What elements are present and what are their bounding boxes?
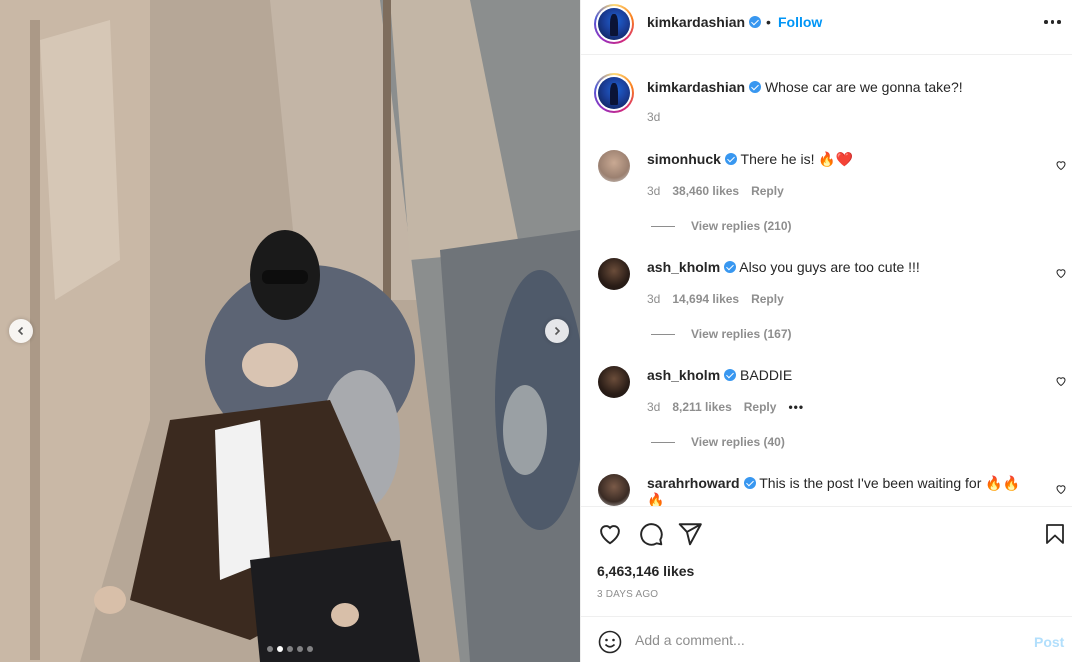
carousel-dot <box>267 646 273 652</box>
carousel-dot <box>287 646 293 652</box>
view-replies-button[interactable]: View replies (167) <box>651 327 792 341</box>
comment-icon[interactable] <box>638 521 664 547</box>
comment-time: 3d <box>647 292 661 306</box>
comment-options-icon[interactable]: ••• <box>788 400 804 414</box>
verified-badge-icon <box>749 81 762 93</box>
verified-badge-icon <box>743 477 756 489</box>
share-icon[interactable] <box>677 521 703 547</box>
comment-meta: 3d 8,211 likes Reply ••• <box>647 400 804 414</box>
carousel-dot <box>277 646 283 652</box>
caption-meta: 3d <box>647 110 660 124</box>
verified-badge-icon <box>724 261 737 273</box>
view-replies-button[interactable]: View replies (210) <box>651 219 792 233</box>
comment: simonhuck There he is! 🔥❤️ <box>647 151 853 168</box>
comment-likes[interactable]: 8,211 likes <box>672 400 731 414</box>
carousel-next-button[interactable] <box>545 319 569 343</box>
carousel-indicator <box>267 646 313 652</box>
comment: ash_kholm Also you guys are too cute !!! <box>647 259 920 275</box>
comment: ash_kholm BADDIE <box>647 367 792 383</box>
emoji-icon[interactable] <box>598 630 622 654</box>
caption-avatar[interactable] <box>594 73 634 113</box>
comment-username[interactable]: sarahrhoward <box>647 475 740 491</box>
caption-username[interactable]: kimkardashian <box>647 79 745 95</box>
comment-text: There he is! 🔥❤️ <box>740 151 854 167</box>
verified-badge-icon <box>749 16 762 28</box>
post-timestamp: 3 DAYS AGO <box>597 589 659 600</box>
post-header: kimkardashian • Follow <box>581 0 1072 55</box>
follow-button[interactable]: Follow <box>778 14 822 30</box>
carousel-dot <box>307 646 313 652</box>
reply-button[interactable]: Reply <box>751 184 784 198</box>
comment-text-continued: 🔥 <box>647 492 665 506</box>
comment-username[interactable]: ash_kholm <box>647 259 720 275</box>
author-username[interactable]: kimkardashian <box>647 14 762 30</box>
verified-badge-icon <box>724 153 737 165</box>
comment-username[interactable]: ash_kholm <box>647 367 720 383</box>
more-options-icon[interactable] <box>1044 16 1061 28</box>
chevron-right-icon <box>554 326 561 336</box>
caption-time: 3d <box>647 110 661 124</box>
commenter-avatar[interactable] <box>598 474 630 506</box>
comment: sarahrhoward This is the post I've been … <box>647 475 1020 492</box>
view-replies-button[interactable]: View replies (40) <box>651 435 785 449</box>
heart-icon[interactable] <box>597 521 623 547</box>
chevron-left-icon <box>17 326 24 336</box>
caption-text: Whose car are we gonna take?! <box>764 79 963 95</box>
likes-count[interactable]: 6,463,146 likes <box>597 563 694 579</box>
comment-input[interactable] <box>635 629 1015 651</box>
author-avatar[interactable] <box>594 4 634 44</box>
heart-icon[interactable] <box>1055 375 1067 387</box>
commenter-avatar[interactable] <box>598 150 630 182</box>
comment-text: This is the post I've been waiting for 🔥… <box>759 475 1021 491</box>
reply-button[interactable]: Reply <box>751 292 784 306</box>
reply-button[interactable]: Reply <box>744 400 777 414</box>
comment-likes[interactable]: 38,460 likes <box>672 184 739 198</box>
comment-text: Also you guys are too cute !!! <box>739 259 920 275</box>
add-comment-bar: Post <box>581 616 1072 662</box>
post-media[interactable] <box>0 0 580 662</box>
commenter-avatar[interactable] <box>598 366 630 398</box>
heart-icon[interactable] <box>1055 483 1067 495</box>
heart-icon[interactable] <box>1055 267 1067 279</box>
comment-meta: 3d 14,694 likes Reply <box>647 292 784 306</box>
caption: kimkardashian Whose car are we gonna tak… <box>647 79 963 95</box>
comment-text: BADDIE <box>740 367 793 383</box>
separator-dot: • <box>766 14 771 30</box>
comment-time: 3d <box>647 400 661 414</box>
comment-username[interactable]: simonhuck <box>647 151 721 167</box>
post-photo <box>0 0 580 662</box>
post-side-panel: kimkardashian • Follow kimkardashian Who… <box>580 0 1072 662</box>
carousel-prev-button[interactable] <box>9 319 33 343</box>
post-comment-button[interactable]: Post <box>1034 634 1064 650</box>
heart-icon[interactable] <box>1055 159 1067 171</box>
commenter-avatar[interactable] <box>598 258 630 290</box>
comment-likes[interactable]: 14,694 likes <box>672 292 739 306</box>
carousel-dot <box>297 646 303 652</box>
comment-time: 3d <box>647 184 661 198</box>
verified-badge-icon <box>724 369 737 381</box>
bookmark-icon[interactable] <box>1043 521 1067 547</box>
post-actions: 6,463,146 likes 3 DAYS AGO <box>581 506 1072 616</box>
comment-meta: 3d 38,460 likes Reply <box>647 184 784 198</box>
comments-list[interactable]: kimkardashian Whose car are we gonna tak… <box>581 56 1072 506</box>
